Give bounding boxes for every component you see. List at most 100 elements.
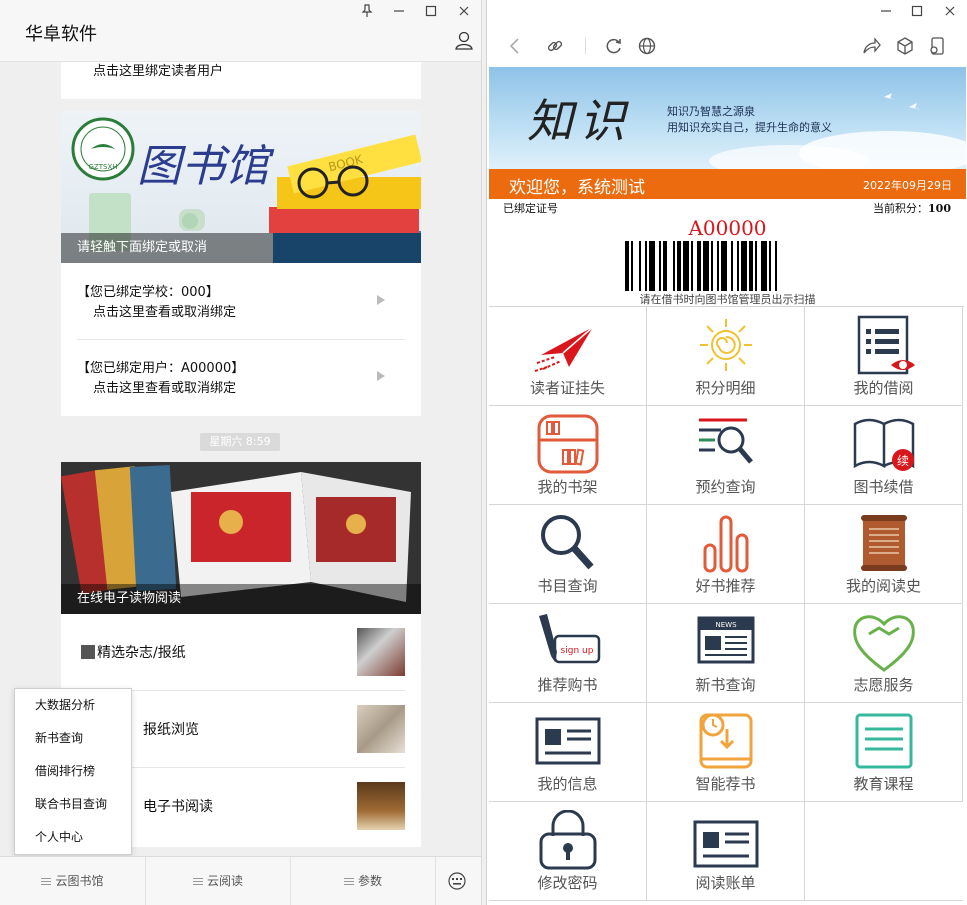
search-list-icon (699, 418, 753, 464)
list-eye-icon (857, 315, 915, 375)
id-card-icon (693, 820, 759, 868)
maximize-icon[interactable] (906, 4, 928, 22)
grid-item-label: 图书续借 (853, 478, 914, 496)
grid-item-points-detail[interactable]: 积分明细 (647, 307, 805, 406)
toolbar-separator (585, 38, 586, 54)
grid-item-reading-history[interactable]: 我的阅读史 (805, 505, 963, 604)
miniprogram-icon[interactable] (927, 36, 947, 56)
barcode-bar (645, 241, 647, 291)
magazine-banner[interactable]: 在线电子读物阅读 (61, 462, 421, 614)
barcode-bar (673, 241, 675, 291)
tab-label: 参数 (357, 874, 382, 888)
wechat-window: 华阜软件 点击这里绑定读者用户 GZTSXH 图书馆 BOOK 请轻触下面绑定或… (0, 0, 482, 905)
grid-item-change-password[interactable]: 修改密码 (489, 802, 647, 901)
close-icon[interactable] (939, 4, 961, 22)
grid-item-purchase-recommend[interactable]: sign up 推荐购书 (489, 604, 647, 703)
close-icon[interactable] (453, 4, 475, 22)
grid-item-new-book-query[interactable]: NEWS 新书查询 (647, 604, 805, 703)
grid-item-reservation-query[interactable]: 预约查询 (647, 406, 805, 505)
menu-item-union-catalog[interactable]: 联合书目查询 (15, 788, 131, 821)
menu-icon (343, 876, 354, 887)
heart-hands-icon (853, 615, 915, 672)
user-icon[interactable] (454, 30, 474, 50)
refresh-icon[interactable] (604, 36, 624, 56)
signup-text: sign up (561, 646, 594, 656)
menu-item-big-data[interactable]: 大数据分析 (15, 689, 131, 722)
grid-item-education-course[interactable]: 教育课程 (805, 703, 963, 802)
bind-reader-card[interactable]: 点击这里绑定读者用户 (61, 62, 421, 99)
minimize-icon[interactable] (875, 4, 897, 22)
grid-item-label: 我的阅读史 (845, 577, 921, 595)
cube-icon[interactable] (895, 36, 915, 56)
back-icon[interactable] (505, 36, 525, 56)
left-titlebar: 华阜软件 (0, 0, 481, 62)
time-stamp: 星期六 8:59 (200, 433, 280, 451)
bound-school-row[interactable]: 【您已绑定学校：000】 点击这里查看或取消绑定 (77, 283, 405, 323)
menu-item-borrow-ranking[interactable]: 借阅排行榜 (15, 755, 131, 788)
tab-label: 云图书馆 (55, 874, 104, 888)
news-thumbnail (357, 628, 405, 676)
barcode (625, 241, 777, 291)
magazine-banner-caption: 在线电子读物阅读 (61, 584, 421, 614)
grid-item-label: 新书查询 (695, 676, 756, 694)
smart-book-icon (699, 713, 753, 769)
grid-item-volunteer[interactable]: 志愿服务 (805, 604, 963, 703)
bound-user-text: 【您已绑定用户：A00000】 (77, 361, 245, 376)
barcode-bar (703, 241, 709, 291)
news-title: 精选杂志/报纸 (81, 642, 186, 662)
grid-item-card-loss[interactable]: 读者证挂失 (489, 307, 647, 406)
barcode-bar (717, 241, 719, 291)
maximize-icon[interactable] (420, 4, 442, 22)
news-title: 报纸浏览 (143, 722, 199, 738)
globe-icon[interactable] (637, 36, 657, 56)
news-thumbnail (357, 705, 405, 753)
chevron-right-icon (377, 295, 385, 305)
barcode-bar (737, 241, 739, 291)
grid-item-label: 好书推荐 (695, 577, 756, 595)
grid-item-my-info[interactable]: 我的信息 (489, 703, 647, 802)
news-title: 电子书阅读 (143, 799, 213, 815)
link-icon[interactable] (545, 36, 565, 56)
grid-item-smart-recommend[interactable]: 智能荐书 (647, 703, 805, 802)
barcode-bar (649, 241, 655, 291)
tab-cloud-library[interactable]: 云图书馆 (0, 857, 146, 905)
bound-school-text: 【您已绑定学校：000】 (77, 285, 219, 300)
bar-chart-icon (703, 515, 749, 573)
grid-item-label: 积分明细 (695, 379, 756, 397)
library-banner[interactable]: GZTSXH 图书馆 BOOK 请轻触下面绑定或取消 (61, 111, 421, 263)
barcode-bar (639, 241, 641, 291)
library-card: GZTSXH 图书馆 BOOK 请轻触下面绑定或取消 【您已绑定学校：000】 … (61, 111, 421, 416)
bound-school-hint: 点击这里查看或取消绑定 (93, 305, 237, 320)
keyboard-icon[interactable] (448, 872, 466, 894)
barcode-bar (769, 241, 771, 291)
current-date: 2022年09月29日 (863, 179, 952, 192)
points-label: 当前积分： (873, 202, 929, 215)
tab-label: 云阅读 (206, 874, 243, 888)
barcode-bar (631, 241, 633, 291)
barcode-tip: 请在借书时向图书馆管理员出示扫描 (639, 293, 816, 306)
grid-item-reading-bill[interactable]: 阅读账单 (647, 802, 805, 901)
share-icon[interactable] (861, 36, 881, 56)
news-row-magazines[interactable]: 精选杂志/报纸 (77, 614, 405, 690)
minimize-icon[interactable] (388, 4, 410, 22)
function-grid: 读者证挂失 积分明细 我的借阅 我的书架 预约查询 续 图书续借 书目查询 好书… (489, 306, 964, 905)
barcode-bar (741, 241, 747, 291)
grid-item-my-bookshelf[interactable]: 我的书架 (489, 406, 647, 505)
grid-item-my-borrowing[interactable]: 我的借阅 (805, 307, 963, 406)
grid-item-label: 推荐购书 (537, 676, 598, 694)
grid-item-renew[interactable]: 续 图书续借 (805, 406, 963, 505)
tab-cloud-reading[interactable]: 云阅读 (146, 857, 291, 905)
menu-item-personal-center[interactable]: 个人中心 (15, 821, 131, 854)
grid-item-book-recommend[interactable]: 好书推荐 (647, 505, 805, 604)
bound-user-hint: 点击这里查看或取消绑定 (93, 381, 237, 396)
grid-item-label: 我的信息 (537, 775, 598, 793)
pin-icon[interactable] (356, 4, 378, 22)
menu-item-new-books[interactable]: 新书查询 (15, 722, 131, 755)
grid-item-label: 书目查询 (537, 577, 598, 595)
bound-user-row[interactable]: 【您已绑定用户：A00000】 点击这里查看或取消绑定 (77, 359, 405, 399)
barcode-bar (625, 241, 629, 291)
grid-item-catalog-search[interactable]: 书目查询 (489, 505, 647, 604)
tab-parameters[interactable]: 参数 (291, 857, 436, 905)
library-banner-caption: 请轻触下面绑定或取消 (61, 233, 421, 263)
scroll-icon (861, 515, 907, 571)
